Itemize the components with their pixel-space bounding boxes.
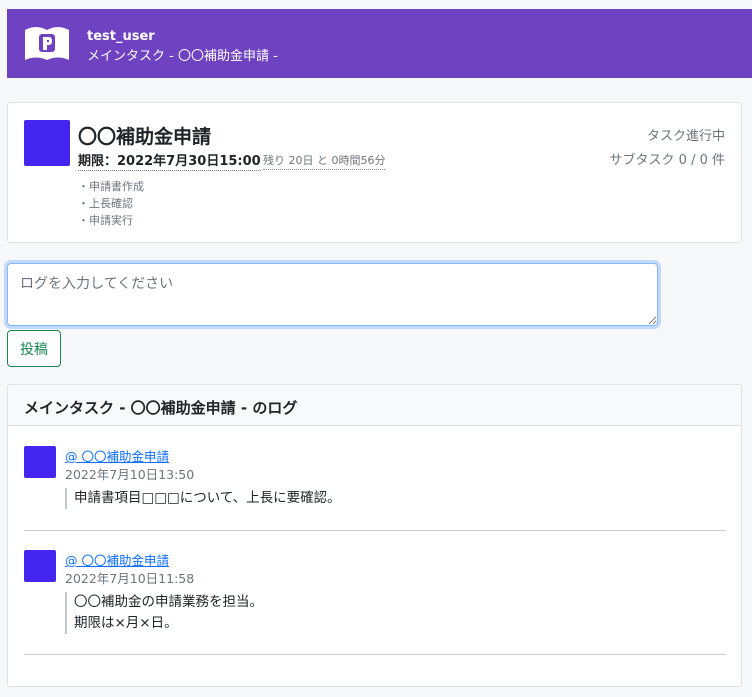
log-author-avatar <box>24 446 56 478</box>
task-remaining-time: 残り 20日 と 0時間56分 <box>263 152 386 170</box>
task-step: ・申請書作成 <box>78 180 144 193</box>
task-step: ・申請実行 <box>78 214 133 227</box>
log-card: メインタスク - 〇〇補助金申請 - のログ @ 〇〇補助金申請 2022年7月… <box>7 384 742 687</box>
task-status: タスク進行中 <box>646 129 725 144</box>
post-button[interactable]: 投稿 <box>7 330 61 367</box>
task-steps: ・申請書作成 ・上長確認 ・申請実行 <box>78 178 144 229</box>
log-author-link[interactable]: @ 〇〇補助金申請 <box>65 550 169 569</box>
log-body-line: 申請書項目□□□について、上長に要確認。 <box>74 490 341 506</box>
log-author-avatar <box>24 550 56 582</box>
log-body: 申請書項目□□□について、上長に要確認。 <box>65 488 341 509</box>
book-p-logo-icon <box>25 27 69 60</box>
app-header: test_user メインタスク - 〇〇補助金申請 - <box>7 9 752 78</box>
log-timestamp: 2022年7月10日13:50 <box>65 467 195 482</box>
log-entry: @ 〇〇補助金申請 2022年7月10日11:58 〇〇補助金の申請業務を担当。… <box>24 550 726 655</box>
header-subtitle: メインタスク - 〇〇補助金申請 - <box>87 49 278 64</box>
log-section-title: メインタスク - 〇〇補助金申請 - のログ <box>8 385 741 426</box>
task-deadline: 期限：2022年7月30日15:00 <box>78 150 261 171</box>
log-input[interactable] <box>7 263 658 326</box>
log-timestamp: 2022年7月10日11:58 <box>65 571 195 586</box>
log-body-line: 期限は×月×日。 <box>74 615 178 631</box>
log-entry: @ 〇〇補助金申請 2022年7月10日13:50 申請書項目□□□について、上… <box>24 446 726 531</box>
log-body: 〇〇補助金の申請業務を担当。 期限は×月×日。 <box>65 592 263 634</box>
header-user-name: test_user <box>87 29 155 44</box>
task-card: 〇〇補助金申請 期限：2022年7月30日15:00 残り 20日 と 0時間5… <box>7 102 742 243</box>
task-step: ・上長確認 <box>78 197 133 210</box>
task-title: 〇〇補助金申請 <box>78 126 212 148</box>
log-author-link[interactable]: @ 〇〇補助金申請 <box>65 446 169 465</box>
subtask-count: サブタスク 0 / 0 件 <box>609 153 725 168</box>
task-avatar <box>24 120 70 166</box>
log-body-line: 〇〇補助金の申請業務を担当。 <box>74 594 263 610</box>
